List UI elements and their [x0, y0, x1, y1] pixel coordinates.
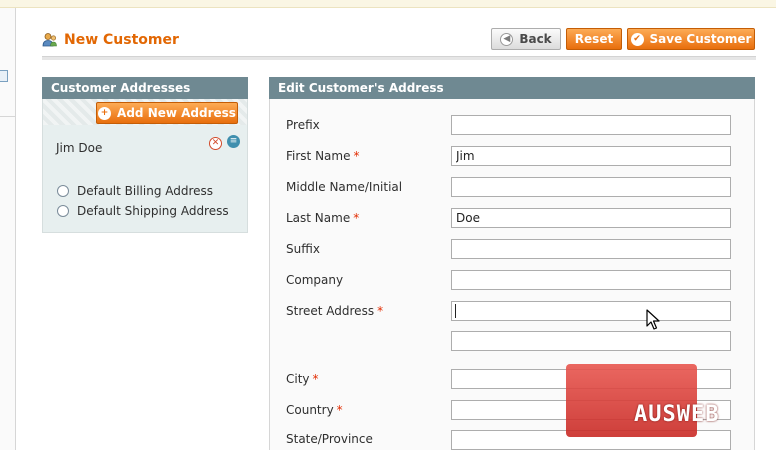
reset-button-label: Reset — [574, 32, 614, 46]
state-province-label: State/Province — [286, 432, 373, 446]
reset-button[interactable]: Reset — [566, 28, 622, 50]
default-billing-label: Default Billing Address — [77, 184, 214, 198]
default-shipping-option[interactable]: Default Shipping Address — [57, 204, 229, 218]
add-new-address-button[interactable]: + Add New Address — [96, 102, 238, 124]
prefix-label: Prefix — [286, 118, 320, 132]
last-name-input[interactable] — [451, 208, 731, 228]
add-address-label: Add New Address — [117, 106, 236, 120]
save-customer-button[interactable]: ✔ Save Customer — [627, 28, 755, 50]
first-name-input[interactable] — [451, 146, 731, 166]
page-title: New Customer — [64, 32, 179, 48]
street-address-line2-input[interactable] — [451, 331, 731, 351]
collapsed-menu-icon[interactable] — [0, 70, 8, 82]
first-name-label: First Name * — [286, 149, 360, 163]
check-icon: ✔ — [630, 32, 644, 46]
page-header: New Customer — [42, 32, 179, 48]
edit-list-icon[interactable]: ≡ — [227, 135, 240, 148]
default-shipping-label: Default Shipping Address — [77, 204, 229, 218]
watermark-text: AUSWEB — [634, 402, 720, 427]
customer-addresses-panel: + Add New Address Jim Doe ✕ ≡ Default Bi… — [42, 99, 248, 233]
customer-icon — [42, 32, 58, 48]
street-address-line1-input[interactable] — [451, 301, 731, 321]
text-caret — [455, 304, 456, 318]
company-input[interactable] — [451, 270, 731, 290]
default-shipping-radio[interactable] — [57, 205, 69, 217]
back-arrow-icon: ◀ — [500, 32, 514, 46]
last-name-label: Last Name * — [286, 211, 360, 225]
divider — [0, 116, 16, 117]
city-label: City * — [286, 372, 319, 386]
default-billing-option[interactable]: Default Billing Address — [57, 184, 213, 198]
back-button-label: Back — [519, 32, 552, 46]
delete-icon[interactable]: ✕ — [209, 137, 222, 150]
street-address-label: Street Address * — [286, 304, 384, 318]
prefix-input[interactable] — [451, 115, 731, 135]
middle-name-input[interactable] — [451, 177, 731, 197]
company-label: Company — [286, 273, 344, 287]
save-button-label: Save Customer — [649, 32, 752, 46]
edit-address-header: Edit Customer's Address — [269, 77, 755, 99]
middle-name-label: Middle Name/Initial — [286, 180, 403, 194]
back-button[interactable]: ◀ Back — [491, 28, 561, 50]
left-sidebar-edge — [0, 8, 16, 450]
country-label: Country * — [286, 403, 343, 417]
title-divider — [42, 56, 756, 60]
address-item[interactable]: Jim Doe — [56, 141, 102, 155]
default-billing-radio[interactable] — [57, 185, 69, 197]
mouse-pointer-icon — [646, 309, 660, 330]
top-strip — [0, 0, 776, 8]
plus-icon: + — [98, 106, 112, 120]
suffix-label: Suffix — [286, 242, 320, 256]
suffix-input[interactable] — [451, 239, 731, 259]
customer-addresses-header: Customer Addresses — [42, 77, 248, 99]
